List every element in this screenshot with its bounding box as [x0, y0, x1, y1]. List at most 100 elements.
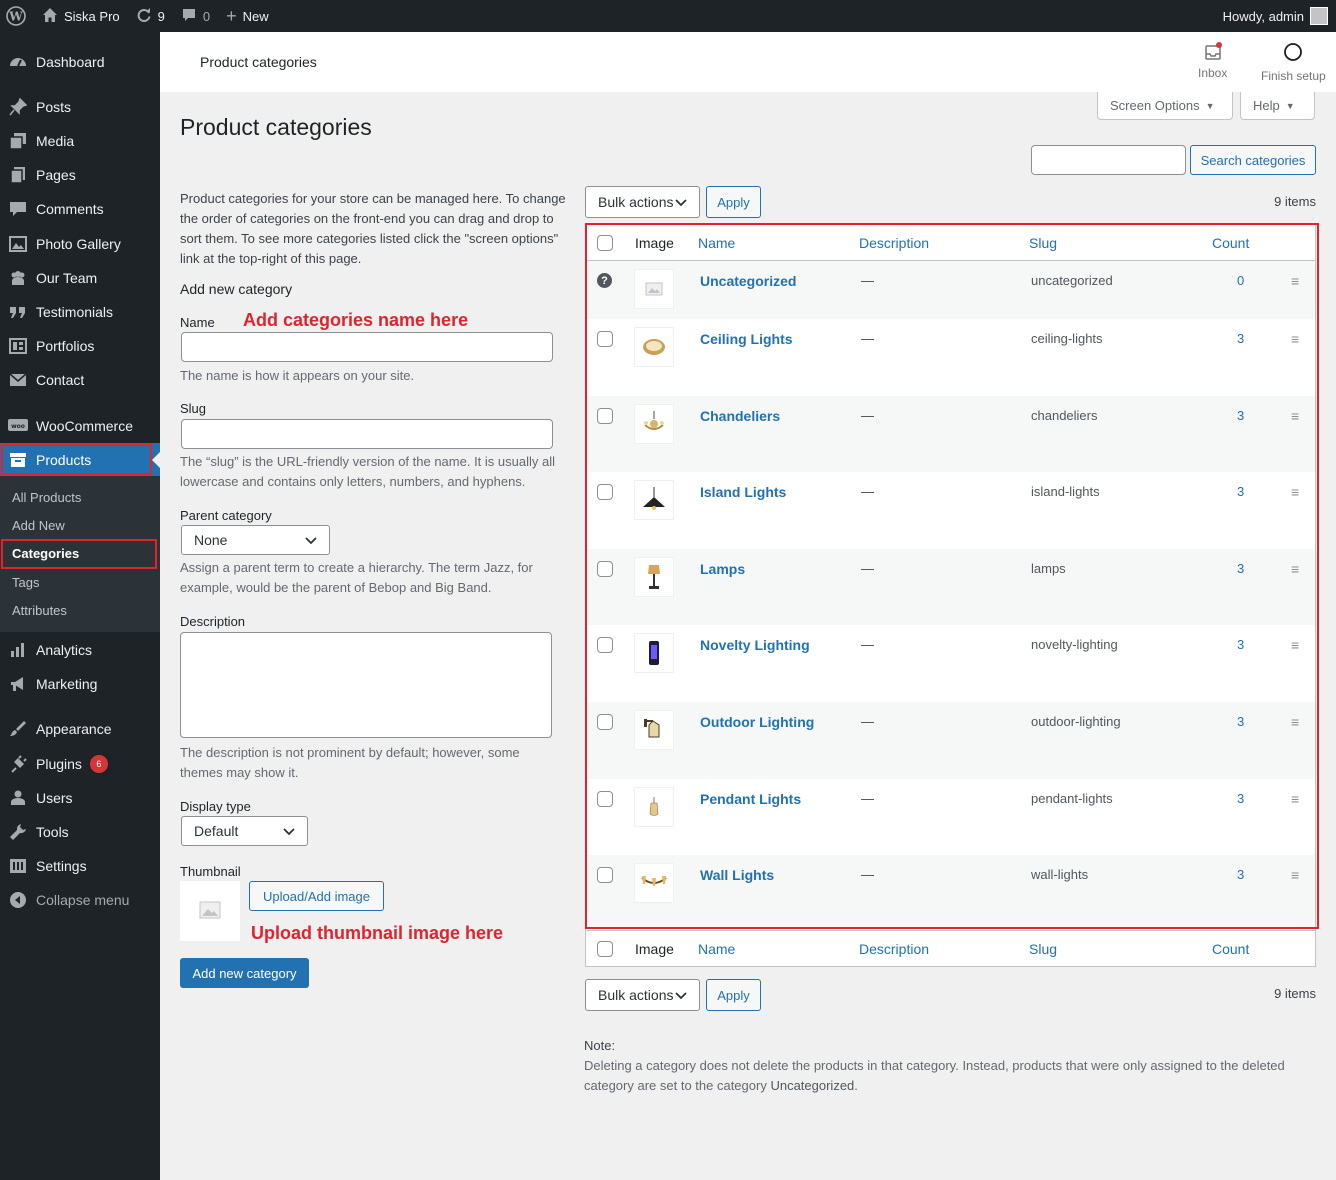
- menu-users[interactable]: Users: [0, 781, 160, 815]
- menu-plugins[interactable]: Plugins 6: [0, 747, 160, 781]
- menu-pages[interactable]: Pages: [0, 158, 160, 192]
- table-row[interactable]: Ceiling Lights — ceiling-lights 3 ≡: [586, 319, 1315, 396]
- menu-comments[interactable]: Comments: [0, 192, 160, 226]
- menu-products[interactable]: Products: [0, 443, 160, 477]
- drag-handle-icon[interactable]: ≡: [1291, 637, 1299, 653]
- menu-analytics[interactable]: Analytics: [0, 633, 160, 667]
- column-count[interactable]: Count: [1212, 931, 1249, 966]
- category-name-link[interactable]: Novelty Lighting: [700, 637, 810, 653]
- row-checkbox[interactable]: [597, 790, 613, 807]
- category-name-link[interactable]: Uncategorized: [700, 273, 796, 289]
- category-name-link[interactable]: Island Lights: [700, 484, 786, 500]
- table-row[interactable]: ? Uncategorized — uncategorized 0 ≡: [586, 261, 1315, 319]
- category-count-link[interactable]: 3: [1237, 714, 1244, 729]
- category-count-link[interactable]: 3: [1237, 331, 1244, 346]
- drag-handle-icon[interactable]: ≡: [1291, 331, 1299, 347]
- row-checkbox[interactable]: [597, 637, 613, 654]
- table-row[interactable]: Outdoor Lighting — outdoor-lighting 3 ≡: [586, 701, 1315, 779]
- name-input[interactable]: [181, 332, 553, 362]
- drag-handle-icon[interactable]: ≡: [1291, 484, 1299, 500]
- select-all-checkbox-bottom[interactable]: [597, 931, 613, 966]
- menu-marketing[interactable]: Marketing: [0, 667, 160, 701]
- table-row[interactable]: Wall Lights — wall-lights 3 ≡: [586, 855, 1315, 932]
- category-name-link[interactable]: Outdoor Lighting: [700, 714, 814, 730]
- drag-handle-icon[interactable]: ≡: [1291, 867, 1299, 883]
- row-checkbox[interactable]: [597, 713, 613, 730]
- search-categories-button[interactable]: Search categories: [1190, 145, 1316, 175]
- drag-handle-icon[interactable]: ≡: [1291, 273, 1299, 289]
- category-count-link[interactable]: 3: [1237, 561, 1244, 576]
- submenu-attributes[interactable]: Attributes: [12, 603, 67, 618]
- category-name-link[interactable]: Pendant Lights: [700, 791, 801, 807]
- screen-options-button[interactable]: Screen Options ▼: [1097, 92, 1233, 120]
- site-name-link[interactable]: Siska Pro: [34, 0, 128, 32]
- description-textarea[interactable]: [180, 632, 552, 738]
- drag-handle-icon[interactable]: ≡: [1291, 714, 1299, 730]
- search-input[interactable]: [1031, 145, 1186, 175]
- comments-link[interactable]: 0: [173, 0, 218, 32]
- drag-handle-icon[interactable]: ≡: [1291, 561, 1299, 577]
- menu-collapse[interactable]: Collapse menu: [0, 883, 160, 917]
- category-count-link[interactable]: 0: [1237, 273, 1244, 288]
- table-row[interactable]: Pendant Lights — pendant-lights 3 ≡: [586, 779, 1315, 856]
- category-count-link[interactable]: 3: [1237, 637, 1244, 652]
- drag-handle-icon[interactable]: ≡: [1291, 791, 1299, 807]
- column-name[interactable]: Name: [698, 931, 735, 966]
- menu-contact[interactable]: Contact: [0, 363, 160, 397]
- menu-woocommerce[interactable]: woo WooCommerce: [0, 409, 160, 443]
- upload-image-button[interactable]: Upload/Add image: [249, 881, 384, 911]
- menu-media[interactable]: Media: [0, 124, 160, 158]
- category-count-link[interactable]: 3: [1237, 408, 1244, 423]
- category-name-link[interactable]: Lamps: [700, 561, 745, 577]
- category-name-link[interactable]: Chandeliers: [700, 408, 780, 424]
- default-category-help-icon[interactable]: ?: [597, 273, 612, 288]
- column-name[interactable]: Name: [698, 225, 735, 260]
- row-checkbox[interactable]: [597, 560, 613, 577]
- category-name-link[interactable]: Ceiling Lights: [700, 331, 793, 347]
- updates-link[interactable]: 9: [128, 0, 173, 32]
- table-row[interactable]: Island Lights — island-lights 3 ≡: [586, 472, 1315, 549]
- menu-tools[interactable]: Tools: [0, 815, 160, 849]
- menu-our-team[interactable]: Our Team: [0, 261, 160, 295]
- display-type-select[interactable]: Default: [181, 816, 308, 846]
- add-new-category-button[interactable]: Add new category: [180, 958, 309, 988]
- category-name-link[interactable]: Wall Lights: [700, 867, 774, 883]
- new-content-link[interactable]: + New: [218, 0, 277, 32]
- menu-testimonials[interactable]: Testimonials: [0, 295, 160, 329]
- row-checkbox[interactable]: [597, 331, 613, 347]
- menu-posts[interactable]: Posts: [0, 90, 160, 124]
- apply-button-top[interactable]: Apply: [706, 186, 761, 218]
- category-count-link[interactable]: 3: [1237, 791, 1244, 806]
- submenu-tags[interactable]: Tags: [12, 575, 39, 590]
- submenu-add-new[interactable]: Add New: [12, 518, 65, 533]
- category-count-link[interactable]: 3: [1237, 867, 1244, 882]
- menu-appearance[interactable]: Appearance: [0, 712, 160, 746]
- column-description[interactable]: Description: [859, 931, 929, 966]
- column-count[interactable]: Count: [1212, 225, 1249, 260]
- finish-setup-button[interactable]: Finish setup: [1261, 42, 1326, 83]
- help-button[interactable]: Help ▼: [1240, 92, 1315, 120]
- table-row[interactable]: Lamps — lamps 3 ≡: [586, 548, 1315, 626]
- table-row[interactable]: Novelty Lighting — novelty-lighting 3 ≡: [586, 625, 1315, 702]
- row-checkbox[interactable]: [597, 484, 613, 501]
- menu-dashboard[interactable]: Dashboard: [0, 45, 160, 79]
- bulk-actions-select-top[interactable]: Bulk actions: [585, 186, 700, 218]
- submenu-all-products[interactable]: All Products: [12, 490, 81, 505]
- row-checkbox[interactable]: [597, 867, 613, 884]
- my-account-link[interactable]: Howdy, admin: [1215, 0, 1336, 32]
- inbox-button[interactable]: Inbox: [1198, 42, 1227, 80]
- submenu-categories[interactable]: Categories: [12, 546, 79, 561]
- table-row[interactable]: Chandeliers — chandeliers 3 ≡: [586, 395, 1315, 473]
- slug-input[interactable]: [181, 419, 553, 449]
- column-slug[interactable]: Slug: [1029, 931, 1057, 966]
- menu-settings[interactable]: Settings: [0, 849, 160, 883]
- wordpress-logo-icon[interactable]: W: [0, 0, 34, 32]
- parent-category-select[interactable]: None: [181, 525, 330, 555]
- row-checkbox[interactable]: [597, 407, 613, 424]
- category-count-link[interactable]: 3: [1237, 484, 1244, 499]
- apply-button-bottom[interactable]: Apply: [706, 979, 761, 1011]
- menu-portfolios[interactable]: Portfolios: [0, 329, 160, 363]
- column-description[interactable]: Description: [859, 225, 929, 260]
- bulk-actions-select-bottom[interactable]: Bulk actions: [585, 979, 700, 1011]
- menu-photo-gallery[interactable]: Photo Gallery: [0, 227, 160, 261]
